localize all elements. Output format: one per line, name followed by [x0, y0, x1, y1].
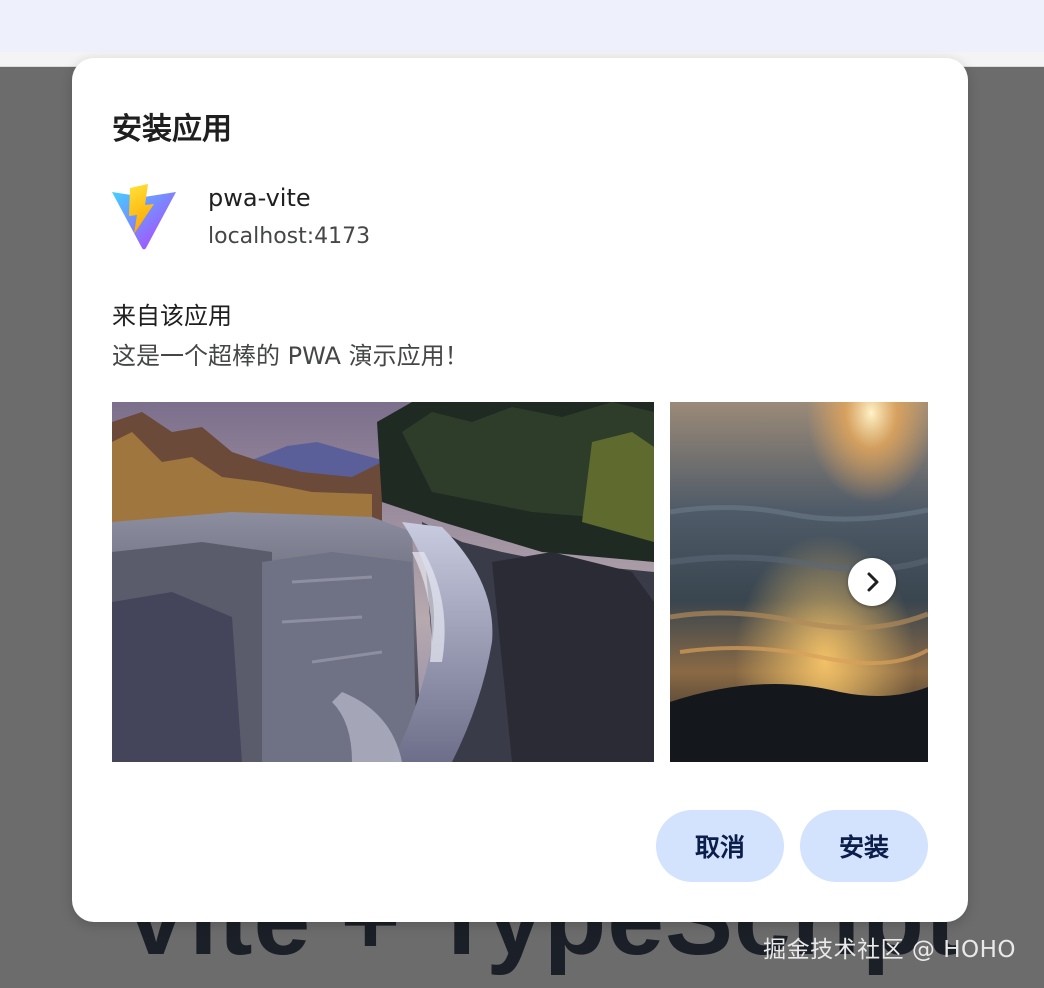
from-app-heading: 来自该应用: [112, 302, 232, 330]
cancel-button[interactable]: 取消: [656, 810, 784, 882]
screenshot-river-canyon: [112, 402, 654, 762]
app-name: pwa-vite: [208, 184, 311, 212]
dialog-title: 安装应用: [112, 112, 232, 147]
app-description: 这是一个超棒的 PWA 演示应用！: [112, 342, 469, 370]
next-screenshot-button[interactable]: [848, 558, 896, 606]
screenshot-carousel[interactable]: [112, 402, 928, 762]
watermark: 掘金技术社区 @ HOHO: [763, 937, 1016, 963]
install-app-dialog: 安装应用 pwa-vite localhost:4173 来自该应用 这是一个超…: [72, 58, 968, 922]
browser-toolbar: [0, 0, 1044, 52]
install-button[interactable]: 安装: [800, 810, 928, 882]
chevron-right-icon: [867, 572, 879, 592]
app-origin: localhost:4173: [208, 224, 371, 249]
vite-logo-icon: [110, 182, 178, 252]
